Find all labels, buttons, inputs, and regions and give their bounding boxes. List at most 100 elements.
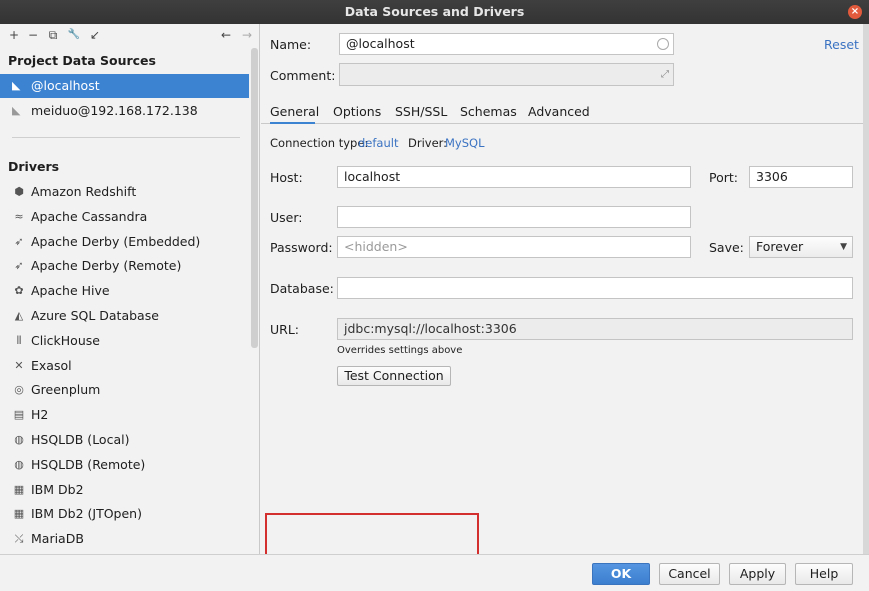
test-connection-button[interactable]: Test Connection	[337, 366, 451, 386]
footer-bar: OK Cancel Apply Help	[0, 554, 869, 591]
data-source-localhost[interactable]: ◣ @localhost	[0, 74, 249, 98]
comment-label: Comment:	[270, 68, 336, 83]
driver-label: Greenplum	[31, 382, 101, 398]
host-input[interactable]: localhost	[337, 166, 691, 188]
reset-link[interactable]: Reset	[824, 37, 859, 52]
h2-icon: ▤	[13, 408, 25, 422]
forward-arrow-icon[interactable]: →	[239, 27, 255, 43]
driver-item[interactable]: ✿ Apache Hive	[0, 279, 249, 303]
driver-item[interactable]: ➶ Apache Derby (Remote)	[0, 254, 249, 278]
data-source-label: @localhost	[31, 78, 100, 93]
azure-icon: ◭	[14, 309, 24, 322]
driver-item[interactable]: ▦ IBM Db2 (JTOpen)	[0, 502, 249, 526]
password-label: Password:	[270, 240, 333, 255]
driver-label: Apache Derby (Embedded)	[31, 233, 201, 249]
connection-type-label: Connection type:	[270, 136, 369, 150]
window-title: Data Sources and Drivers	[344, 4, 525, 19]
name-value: @localhost	[346, 36, 415, 51]
highlight-box	[265, 513, 479, 556]
expand-icon[interactable]: ⤢	[661, 65, 669, 85]
project-data-sources-title: Project Data Sources	[8, 53, 156, 68]
save-label: Save:	[709, 240, 744, 255]
driver-item[interactable]: ◎ Greenplum	[0, 378, 249, 402]
connection-type-link[interactable]: default	[358, 136, 398, 150]
driver-item[interactable]: ≈ Apache Cassandra	[0, 205, 249, 229]
tab-advanced[interactable]: Advanced	[528, 102, 590, 124]
data-source-label: meiduo@192.168.172.138	[31, 103, 198, 118]
driver-label: HSQLDB (Remote)	[31, 456, 146, 472]
driver-label: Apache Hive	[31, 283, 110, 299]
apply-button[interactable]: Apply	[729, 563, 786, 585]
driver-item[interactable]: ▤ H2	[0, 403, 249, 427]
tab-bar: General Options SSH/SSL Schemas Advanced	[261, 102, 869, 124]
url-hint: Overrides settings above	[337, 345, 463, 356]
url-input[interactable]: jdbc:mysql://localhost:3306	[337, 318, 853, 340]
driver-item[interactable]: ▦ IBM Db2	[0, 478, 249, 502]
derby-icon: ➶	[14, 259, 24, 273]
help-button[interactable]: Help	[795, 563, 853, 585]
section-divider	[12, 137, 240, 138]
close-window-button[interactable]: ×	[848, 5, 862, 19]
hive-icon: ✿	[14, 284, 24, 298]
mysql-dolphin-icon: ◣	[12, 79, 21, 92]
driver-item[interactable]: ✕ Exasol	[0, 354, 249, 378]
save-select[interactable]: Forever ▼	[749, 236, 853, 258]
driver-item[interactable]: ⦀ ClickHouse	[0, 329, 249, 353]
tab-options[interactable]: Options	[333, 102, 381, 124]
database-label: Database:	[270, 281, 334, 296]
tab-ssh-ssl[interactable]: SSH/SSL	[395, 102, 447, 124]
port-label: Port:	[709, 170, 738, 185]
database-input[interactable]	[337, 277, 853, 299]
greenplum-icon: ◎	[14, 383, 24, 397]
name-input[interactable]: @localhost	[339, 33, 674, 55]
driver-item[interactable]: ◭ Azure SQL Database	[0, 304, 249, 328]
duplicate-icon[interactable]: ⧉	[45, 27, 61, 43]
name-label: Name:	[270, 37, 312, 52]
user-label: User:	[270, 210, 303, 225]
driver-item[interactable]: ⬢ Amazon Redshift	[0, 180, 249, 204]
add-icon[interactable]: +	[6, 27, 22, 43]
mariadb-icon: ⤯	[14, 532, 24, 546]
port-input[interactable]: 3306	[749, 166, 853, 188]
url-label: URL:	[270, 322, 300, 337]
driver-item[interactable]: ⤯ MariaDB	[0, 527, 249, 551]
user-input[interactable]	[337, 206, 691, 228]
window-titlebar: Data Sources and Drivers ×	[0, 0, 869, 24]
tab-schemas[interactable]: Schemas	[460, 102, 517, 124]
driver-label: MariaDB	[31, 531, 84, 547]
exasol-icon: ✕	[14, 358, 24, 372]
tab-general[interactable]: General	[270, 102, 319, 124]
driver-label: Apache Cassandra	[31, 208, 148, 224]
color-picker-icon[interactable]	[657, 38, 669, 50]
driver-label: ClickHouse	[31, 332, 100, 348]
drivers-title: Drivers	[8, 159, 60, 174]
hsqldb-icon: ◍	[14, 457, 24, 471]
left-scrollbar[interactable]	[251, 48, 258, 348]
driver-label: Driver:	[408, 136, 448, 150]
left-toolbar: + − ⧉ 🔧 ↙ ← →	[0, 24, 260, 48]
back-arrow-icon[interactable]: ←	[218, 27, 234, 43]
comment-input[interactable]: ⤢	[339, 63, 674, 86]
data-source-meiduo[interactable]: ◣ meiduo@192.168.172.138	[0, 99, 249, 123]
hsqldb-icon: ◍	[14, 433, 24, 446]
driver-label: Apache Derby (Remote)	[31, 258, 182, 274]
driver-label: H2	[31, 407, 49, 423]
cancel-button[interactable]: Cancel	[659, 563, 720, 585]
cassandra-icon: ≈	[14, 209, 24, 223]
remove-icon[interactable]: −	[25, 27, 41, 43]
driver-item[interactable]: ◍ HSQLDB (Local)	[0, 428, 249, 452]
driver-item[interactable]: ➶ Apache Derby (Embedded)	[0, 230, 249, 254]
driver-link[interactable]: MySQL	[445, 136, 485, 150]
driver-label: Amazon Redshift	[31, 184, 137, 199]
wrench-icon[interactable]: 🔧	[66, 27, 82, 43]
driver-label: IBM Db2	[31, 481, 84, 497]
ibm-icon: ▦	[13, 507, 25, 521]
driver-item[interactable]: ◍ HSQLDB (Remote)	[0, 453, 249, 477]
ok-button[interactable]: OK	[592, 563, 650, 585]
driver-label: IBM Db2 (JTOpen)	[31, 506, 142, 522]
export-icon[interactable]: ↙	[87, 27, 103, 43]
derby-icon: ➶	[14, 234, 24, 248]
host-label: Host:	[270, 170, 303, 185]
password-input[interactable]: <hidden>	[337, 236, 691, 258]
dropdown-arrow-icon: ▼	[840, 242, 847, 252]
